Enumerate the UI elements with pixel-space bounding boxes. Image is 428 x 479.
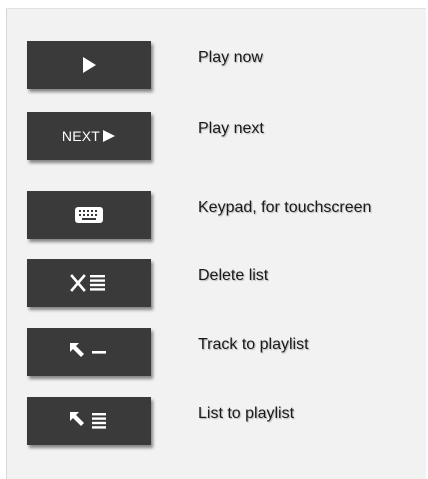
play-next-button[interactable]: NEXT <box>27 112 151 160</box>
legend-panel: Play now NEXT Play next Keypad, for touc… <box>6 8 426 479</box>
list-to-playlist-icon <box>68 410 110 432</box>
keyboard-icon <box>74 205 104 225</box>
play-now-button[interactable] <box>27 41 151 89</box>
play-icon <box>80 56 98 74</box>
legend-row-list-to-playlist: List to playlist <box>7 397 427 449</box>
legend-row-delete-list: Delete list <box>7 259 427 311</box>
track-to-playlist-icon <box>68 341 110 363</box>
play-next-label: Play next <box>198 120 264 137</box>
track-to-playlist-button[interactable] <box>27 328 151 376</box>
keypad-label: Keypad, for touchscreen <box>198 199 372 216</box>
next-play-icon <box>102 129 116 143</box>
delete-list-label: Delete list <box>198 267 269 284</box>
play-now-label: Play now <box>198 49 263 66</box>
list-to-playlist-label: List to playlist <box>198 405 295 422</box>
legend-row-play-now: Play now <box>7 41 427 93</box>
legend-row-play-next: NEXT Play next <box>7 112 427 164</box>
keypad-button[interactable] <box>27 191 151 239</box>
legend-row-track-to-playlist: Track to playlist <box>7 328 427 380</box>
list-to-playlist-button[interactable] <box>27 397 151 445</box>
track-to-playlist-label: Track to playlist <box>198 336 309 353</box>
delete-list-icon <box>69 272 109 294</box>
delete-list-button[interactable] <box>27 259 151 307</box>
legend-row-keypad: Keypad, for touchscreen <box>7 191 427 243</box>
next-button-text: NEXT <box>61 128 101 144</box>
